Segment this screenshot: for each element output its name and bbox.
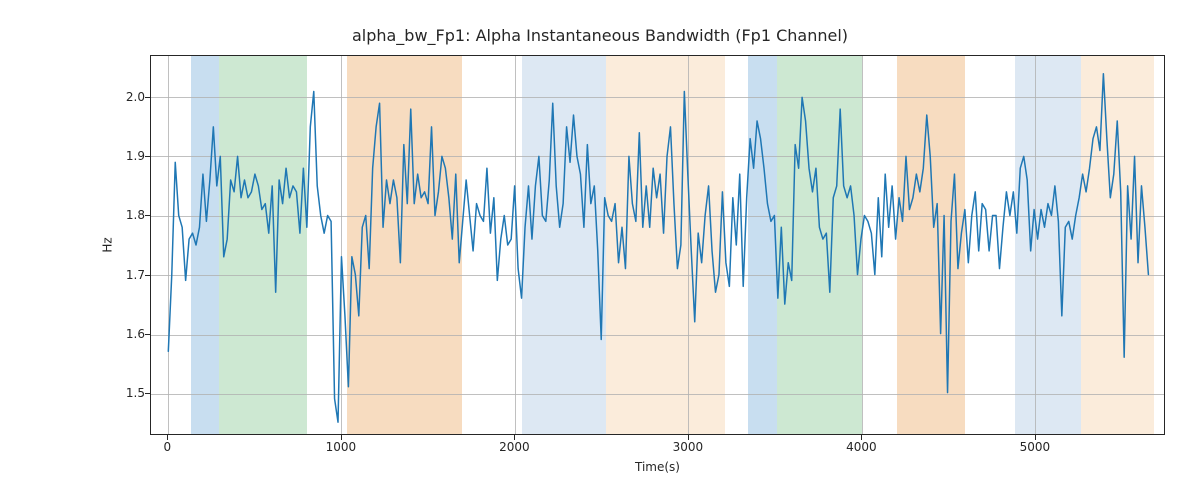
x-tick-label: 0 (164, 440, 172, 454)
x-tick-mark (514, 435, 515, 440)
figure: alpha_bw_Fp1: Alpha Instantaneous Bandwi… (0, 0, 1200, 500)
y-tick-mark (145, 334, 150, 335)
plot-area (150, 55, 1165, 435)
y-tick-mark (145, 215, 150, 216)
y-tick-label: 1.9 (126, 149, 145, 163)
x-tick-label: 3000 (673, 440, 704, 454)
y-tick-label: 2.0 (126, 90, 145, 104)
x-tick-label: 1000 (326, 440, 357, 454)
x-axis-label: Time(s) (150, 460, 1165, 474)
line-layer (151, 56, 1164, 434)
y-tick-label: 1.6 (126, 327, 145, 341)
y-tick-mark (145, 275, 150, 276)
y-tick-mark (145, 97, 150, 98)
x-tick-mark (167, 435, 168, 440)
x-tick-mark (341, 435, 342, 440)
y-tick-mark (145, 156, 150, 157)
y-tick-mark (145, 393, 150, 394)
x-tick-label: 2000 (499, 440, 530, 454)
x-tick-label: 5000 (1020, 440, 1051, 454)
y-tick-label: 1.8 (126, 208, 145, 222)
x-tick-mark (688, 435, 689, 440)
y-axis-label: Hz (100, 55, 116, 435)
chart-title: alpha_bw_Fp1: Alpha Instantaneous Bandwi… (0, 26, 1200, 45)
data-line (168, 74, 1148, 422)
x-tick-mark (1035, 435, 1036, 440)
y-tick-label: 1.5 (126, 386, 145, 400)
x-tick-label: 4000 (846, 440, 877, 454)
x-tick-mark (861, 435, 862, 440)
y-tick-label: 1.7 (126, 268, 145, 282)
